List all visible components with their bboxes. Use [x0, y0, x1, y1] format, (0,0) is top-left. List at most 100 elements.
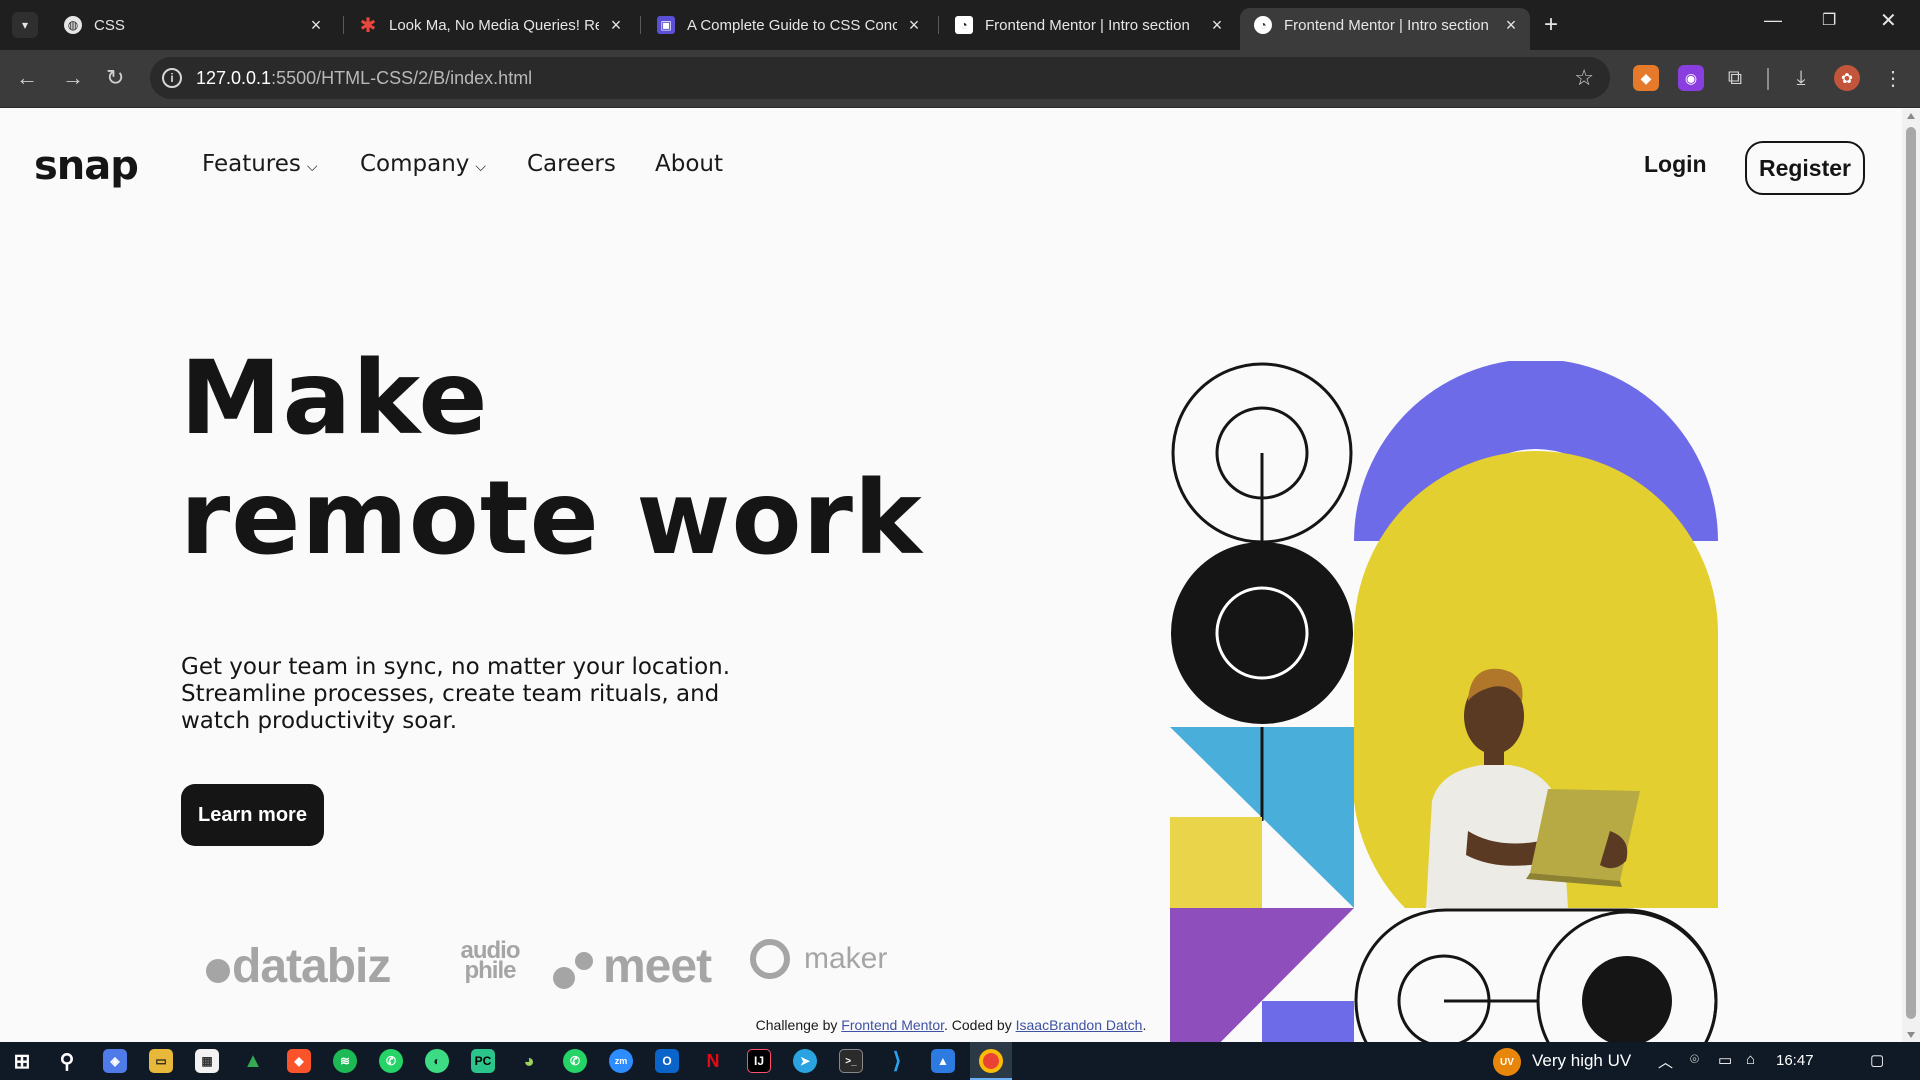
file-explorer-icon[interactable]: ▭ — [149, 1049, 173, 1073]
frontend-mentor-link[interactable]: Frontend Mentor — [841, 1017, 944, 1033]
nav-label: Company — [360, 151, 470, 177]
tab-2[interactable]: ▣ A Complete Guide to CSS Conc × — [643, 8, 933, 42]
tab-4-active[interactable]: ◔ Frontend Mentor | Intro section × — [1240, 8, 1530, 50]
download-icon[interactable]: ⤓ — [1788, 65, 1814, 91]
more-menu-icon[interactable]: ⋮ — [1880, 65, 1906, 91]
clock[interactable]: 16:47 — [1776, 1052, 1814, 1069]
spotify-icon[interactable]: ≋ — [333, 1049, 357, 1073]
forward-button[interactable]: → — [62, 66, 84, 90]
battery-icon[interactable]: ▭ — [1718, 1051, 1732, 1069]
close-icon[interactable]: × — [1502, 16, 1520, 34]
weather-badge[interactable]: UV — [1493, 1048, 1521, 1076]
close-icon[interactable]: × — [307, 16, 325, 34]
notification-icon[interactable]: ▢ — [1870, 1051, 1884, 1069]
reload-button[interactable]: ↻ — [106, 66, 124, 90]
url-host: 127.0.0.1 — [196, 68, 272, 88]
client-name: meet — [603, 940, 712, 993]
tab-divider — [640, 16, 641, 34]
back-button[interactable]: ← — [16, 66, 38, 90]
close-icon[interactable]: × — [905, 16, 923, 34]
scroll-down-arrow[interactable] — [1907, 1032, 1915, 1038]
outlook-icon[interactable]: O — [655, 1049, 679, 1073]
android-icon[interactable]: ◐ — [425, 1049, 449, 1073]
metamask-extension-icon[interactable]: ◆ — [1633, 65, 1659, 91]
telegram-icon[interactable]: ➤ — [793, 1049, 817, 1073]
intellij-icon[interactable]: IJ — [747, 1049, 771, 1073]
nav-careers[interactable]: Careers — [527, 151, 616, 177]
client-name: audio phile — [460, 937, 521, 984]
tab-search-button[interactable]: ▾ — [12, 12, 38, 38]
chevron-up-icon[interactable]: ︿ — [1658, 1051, 1673, 1072]
tab-0[interactable]: ◍ CSS × — [50, 8, 335, 42]
url-text[interactable]: 127.0.0.1:5500/HTML-CSS/2/B/index.html — [196, 68, 532, 89]
hero-headline: Make remote work — [180, 339, 923, 579]
store-icon[interactable]: ▦ — [195, 1049, 219, 1073]
learn-more-button[interactable]: Learn more — [181, 784, 324, 846]
edge-dev-icon[interactable]: ◕ — [517, 1049, 541, 1073]
register-button[interactable]: Register — [1745, 141, 1865, 195]
browser-tab-strip: ▾ ◍ CSS × ✱ Look Ma, No Media Queries! R… — [0, 0, 1920, 50]
logo[interactable]: snap — [34, 143, 139, 189]
login-link[interactable]: Login — [1644, 151, 1707, 178]
bookmark-star-icon[interactable]: ☆ — [1574, 65, 1594, 91]
scroll-thumb[interactable] — [1906, 127, 1916, 1019]
arrow-left-icon: ← — [16, 65, 38, 90]
tab-title: A Complete Guide to CSS Conc — [687, 16, 897, 34]
windows-start-icon[interactable]: ⊞ — [10, 1049, 34, 1073]
google-drive-icon[interactable]: ▲ — [241, 1049, 265, 1073]
tab-divider — [938, 16, 939, 34]
minimize-button[interactable]: — — [1764, 10, 1782, 31]
search-icon[interactable]: ⚲ — [55, 1049, 79, 1073]
terminal-icon[interactable]: >_ — [839, 1049, 863, 1073]
dot-icon — [575, 951, 593, 970]
extension-purple-icon[interactable]: ◉ — [1678, 65, 1704, 91]
black-circle — [1171, 542, 1353, 724]
client-logo-audiophile: audio phile — [450, 937, 530, 984]
whatsapp-business-icon[interactable]: ✆ — [563, 1049, 587, 1073]
headline-line-2: remote work — [180, 459, 923, 578]
brave-icon[interactable]: ◆ — [287, 1049, 311, 1073]
scroll-up-arrow[interactable] — [1907, 113, 1915, 119]
nav-label: About — [655, 151, 724, 177]
address-bar[interactable]: i 127.0.0.1:5500/HTML-CSS/2/B/index.html… — [150, 57, 1610, 99]
whatsapp-icon[interactable]: ✆ — [379, 1049, 403, 1073]
browser-toolbar: ← → ↻ i 127.0.0.1:5500/HTML-CSS/2/B/inde… — [0, 50, 1920, 108]
asterisk-icon: ✱ — [359, 14, 377, 37]
windows-taskbar: ⊞ ⚲ ◈ ▭ ▦ ▲ ◆ ≋ ✆ ◐ PC ◕ ✆ zm O N IJ ➤ >… — [0, 1042, 1920, 1080]
restore-button[interactable]: ❐ — [1822, 10, 1836, 30]
nav-about[interactable]: About — [655, 151, 723, 177]
vscode-icon[interactable]: ⟩ — [885, 1048, 909, 1073]
zoom-icon[interactable]: zm — [609, 1049, 633, 1073]
pycharm-icon[interactable]: PC — [471, 1049, 495, 1073]
author-link[interactable]: IsaacBrandon Datch — [1016, 1017, 1143, 1033]
new-tab-button[interactable]: + — [1544, 12, 1558, 38]
netflix-icon[interactable]: N — [701, 1049, 725, 1073]
nav-features[interactable]: Features ⌵ — [202, 151, 318, 177]
photos-icon[interactable]: ▲ — [931, 1049, 955, 1073]
hero-illustration — [1170, 361, 1718, 1080]
site-info-icon[interactable]: i — [162, 68, 182, 88]
chevron-down-icon: ▾ — [21, 18, 29, 32]
close-window-button[interactable]: ✕ — [1880, 8, 1897, 33]
copilot-icon[interactable]: ◈ — [103, 1049, 127, 1073]
puzzle-extensions-icon[interactable]: ⧉ — [1722, 65, 1748, 91]
photo-person-with-laptop — [1354, 451, 1718, 908]
chrome-icon[interactable] — [979, 1049, 1003, 1073]
tab-3[interactable]: ◔ Frontend Mentor | Intro section × — [941, 8, 1236, 42]
client-logo-databiz: databiz — [206, 939, 391, 994]
profile-avatar[interactable]: ✿ — [1834, 65, 1860, 91]
page-scrollbar[interactable] — [1902, 109, 1920, 1042]
network-icon[interactable]: ⌂ — [1746, 1051, 1755, 1068]
weather-text[interactable]: Very high UV — [1532, 1051, 1631, 1071]
credit-prefix: Challenge by — [755, 1017, 842, 1033]
webcam-icon[interactable]: ⌾ — [1690, 1051, 1699, 1068]
headline-line-1: Make — [180, 339, 489, 458]
nav-label: Features — [202, 151, 301, 177]
nav-label: Careers — [527, 151, 616, 177]
close-icon[interactable]: × — [1208, 16, 1226, 34]
tab-1[interactable]: ✱ Look Ma, No Media Queries! Re × — [345, 8, 635, 42]
reload-icon: ↻ — [106, 65, 125, 90]
nav-company[interactable]: Company ⌵ — [360, 151, 486, 177]
fm-icon: ◔ — [955, 16, 973, 34]
close-icon[interactable]: × — [607, 16, 625, 34]
